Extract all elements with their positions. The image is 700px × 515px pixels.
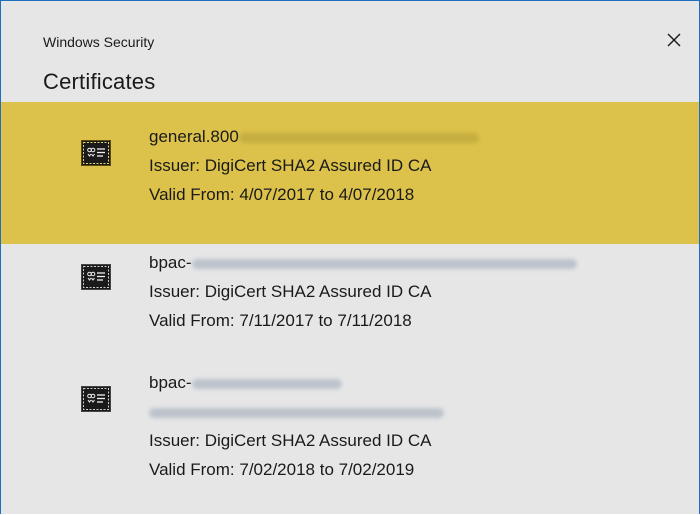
certificate-issuer: Issuer: DigiCert SHA2 Assured ID CA	[149, 431, 432, 450]
certificate-item-2[interactable]: bpac- Issuer: DigiCert SHA2 Assured ID C…	[1, 244, 699, 364]
redacted-text	[149, 407, 444, 418]
certificate-name-continued	[149, 397, 444, 426]
certificate-item-3[interactable]: bpac- Issuer: DigiCert SHA2 Assured ID C…	[1, 364, 699, 514]
dialog-heading: Certificates	[43, 69, 156, 94]
title-bar: Windows Security	[1, 1, 699, 55]
certificate-validity: Valid From: 4/07/2017 to 4/07/2018	[149, 185, 415, 204]
redacted-text	[191, 258, 577, 269]
redacted-text	[238, 132, 479, 143]
certificate-name-prefix: bpac-	[149, 373, 192, 392]
certificate-details: bpac- Issuer: DigiCert SHA2 Assured ID C…	[149, 248, 577, 335]
close-icon	[667, 33, 681, 47]
certificate-icon	[81, 386, 111, 412]
certificate-validity: Valid From: 7/11/2017 to 7/11/2018	[149, 311, 412, 330]
certificate-issuer: Issuer: DigiCert SHA2 Assured ID CA	[149, 156, 432, 175]
certificate-name: general.800	[149, 122, 479, 151]
certificate-details: general.800 Issuer: DigiCert SHA2 Assure…	[149, 122, 479, 209]
app-title: Windows Security	[43, 34, 155, 50]
redacted-text	[191, 378, 342, 389]
certificate-list: general.800 Issuer: DigiCert SHA2 Assure…	[1, 102, 699, 514]
certificate-item-1[interactable]: general.800 Issuer: DigiCert SHA2 Assure…	[1, 102, 699, 244]
certificate-validity: Valid From: 7/02/2018 to 7/02/2019	[149, 460, 415, 479]
certificate-name-prefix: general.800	[149, 127, 239, 146]
certificate-name: bpac-	[149, 248, 577, 277]
close-button[interactable]	[663, 29, 685, 51]
certificate-icon	[81, 140, 111, 166]
windows-security-dialog: Windows Security Certificates general.80…	[0, 0, 700, 514]
certificate-name-prefix: bpac-	[149, 253, 192, 272]
certificate-issuer: Issuer: DigiCert SHA2 Assured ID CA	[149, 282, 432, 301]
certificate-details: bpac- Issuer: DigiCert SHA2 Assured ID C…	[149, 368, 444, 484]
certificate-icon	[81, 264, 111, 290]
certificate-name: bpac-	[149, 368, 444, 397]
